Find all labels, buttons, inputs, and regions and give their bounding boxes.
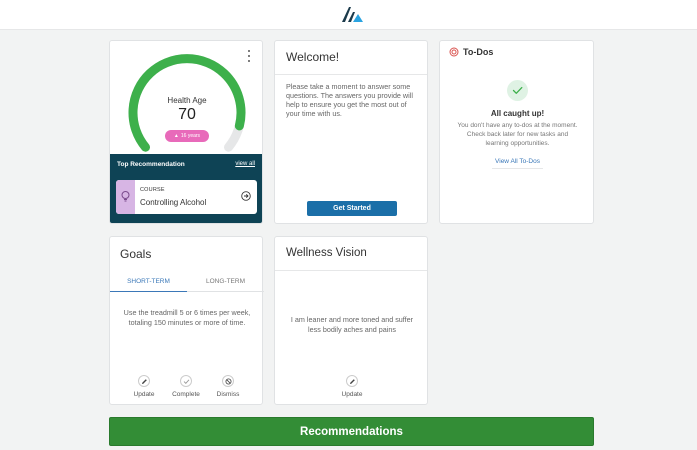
course-tag: COURSE [140,187,165,193]
checkmark-icon [507,80,528,101]
welcome-text: Please take a moment to answer some ques… [286,82,413,118]
divider [492,168,543,169]
view-all-link[interactable]: view all [235,161,255,167]
course-card[interactable]: COURSE Controlling Alcohol [116,180,257,214]
dismiss-goal-button[interactable]: Dismiss [208,375,248,398]
health-age-card: Health Age 70 ▲ 16 years Top Recommendat… [109,40,263,224]
top-recommendation-panel: Top Recommendation view all COURSE Contr… [110,154,262,223]
target-icon [449,47,459,57]
health-age-label: Health Age [167,96,207,105]
pencil-icon [138,375,150,387]
todos-description: You don't have any to-dos at the moment.… [457,122,578,147]
complete-goal-button[interactable]: Complete [166,375,206,398]
view-all-todos-link[interactable]: View All To-Dos [440,158,595,165]
course-strip [116,180,135,214]
update-label: Update [133,391,155,398]
tab-long-term[interactable]: LONG-TERM [187,278,264,285]
pencil-icon [346,375,358,387]
update-goal-button[interactable]: Update [124,375,164,398]
update-label: Update [341,391,363,398]
get-started-button[interactable]: Get Started [307,201,397,216]
dismiss-label: Dismiss [216,391,240,398]
wellness-vision-title: Wellness Vision [286,247,367,259]
top-bar [0,0,697,30]
wellness-vision-card: Wellness Vision I am leaner and more ton… [274,236,428,405]
app-logo-icon[interactable] [340,4,364,24]
check-icon [180,375,192,387]
goals-card: Goals SHORT-TERM LONG-TERM Use the tread… [109,236,264,405]
all-caught-up-heading: All caught up! [490,109,545,118]
top-recommendation-title: Top Recommendation [117,161,185,168]
health-age-value: 70 [178,106,196,123]
arrow-right-circle-icon[interactable] [241,191,251,201]
block-icon [222,375,234,387]
welcome-card: Welcome! Please take a moment to answer … [274,40,428,224]
tab-divider [187,291,264,292]
arrow-up-icon: ▲ [173,133,179,139]
recommendations-button[interactable]: Recommendations [109,417,594,446]
badge-text: 16 years [180,133,201,139]
update-vision-button[interactable]: Update [332,375,372,398]
tab-short-term[interactable]: SHORT-TERM [110,278,187,285]
todos-title: To-Dos [463,47,494,57]
todos-header: To-Dos [449,47,493,57]
todos-card: To-Dos All caught up! You don't have any… [439,40,594,224]
age-difference-badge: ▲ 16 years [165,130,209,142]
goals-title: Goals [120,247,152,261]
lightbulb-icon [121,191,130,202]
goal-text: Use the treadmill 5 or 6 times per week,… [123,308,251,327]
active-tab-indicator [110,291,187,292]
course-name: Controlling Alcohol [140,198,207,207]
divider [275,74,427,75]
divider [275,270,427,271]
wellness-vision-text: I am leaner and more toned and suffer le… [290,315,414,334]
complete-label: Complete [172,391,200,398]
welcome-title: Welcome! [286,50,340,64]
